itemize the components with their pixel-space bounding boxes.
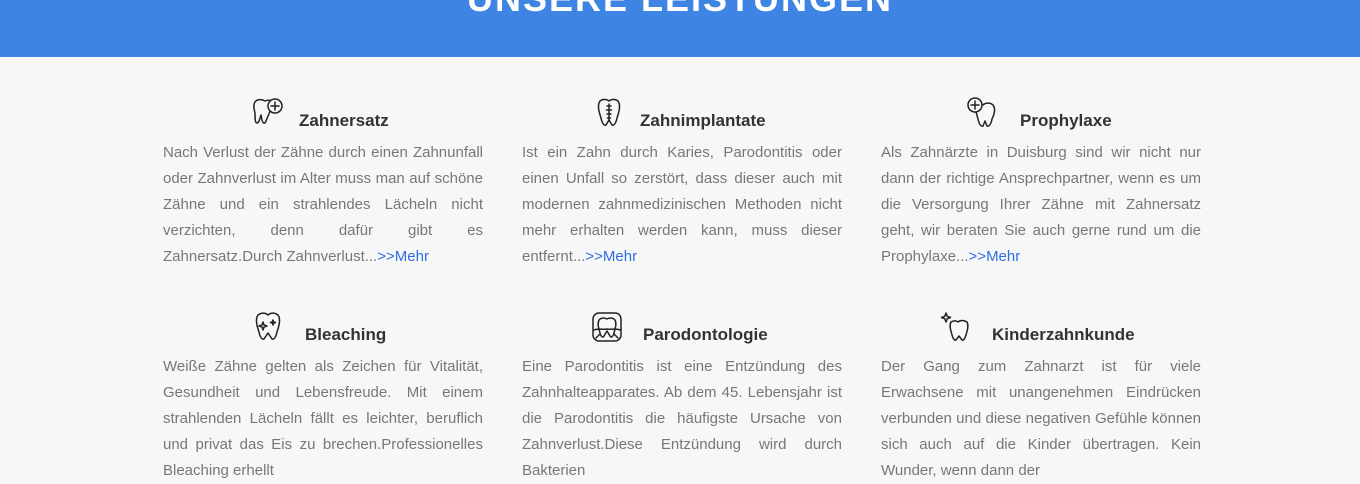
card-description: Eine Parodontitis ist eine Entzündung de… xyxy=(522,354,842,484)
card-description: Nach Verlust der Zähne durch einen Zahnu… xyxy=(163,140,483,270)
card-description-text: Weiße Zähne gelten als Zeichen für Vital… xyxy=(163,358,483,479)
card-title: Kinderzahnkunde xyxy=(992,325,1135,344)
more-link[interactable]: >>Mehr xyxy=(377,248,429,265)
card-description-text: Ist ein Zahn durch Karies, Parodontitis … xyxy=(522,144,842,265)
tooth-plus-icon xyxy=(251,96,285,130)
card-header: Prophylaxe xyxy=(881,96,1201,136)
card-description: Weiße Zähne gelten als Zeichen für Vital… xyxy=(163,354,483,484)
tooth-star-icon xyxy=(939,310,973,344)
gum-tooth-icon xyxy=(590,310,624,344)
card-title: Zahnersatz xyxy=(299,111,389,130)
section-header: UNSERE LEISTUNGEN xyxy=(0,0,1360,57)
card-header: Zahnersatz xyxy=(163,96,483,136)
card-header: Kinderzahnkunde xyxy=(881,310,1201,350)
card-description-text: Der Gang zum Zahnarzt ist für viele Erwa… xyxy=(881,358,1201,479)
card-title: Bleaching xyxy=(305,325,387,344)
more-link[interactable]: >>Mehr xyxy=(585,248,637,265)
card-description: Der Gang zum Zahnarzt ist für viele Erwa… xyxy=(881,354,1201,484)
tooth-magnifier-icon xyxy=(965,96,999,130)
card-description-text: Eine Parodontitis ist eine Entzündung de… xyxy=(522,358,842,479)
tooth-implant-icon xyxy=(592,96,626,130)
card-description-text: Nach Verlust der Zähne durch einen Zahnu… xyxy=(163,144,483,265)
card-header: Bleaching xyxy=(163,310,483,350)
more-link[interactable]: >>Mehr xyxy=(969,248,1021,265)
card-description: Als Zahnärzte in Duisburg sind wir nicht… xyxy=(881,140,1201,270)
card-header: Zahnimplantate xyxy=(522,96,842,136)
card-title: Prophylaxe xyxy=(1020,111,1112,130)
card-title: Parodontologie xyxy=(643,325,768,344)
tooth-sparkle-icon xyxy=(251,310,285,344)
section-title: UNSERE LEISTUNGEN xyxy=(0,0,1360,20)
card-header: Parodontologie xyxy=(522,310,842,350)
card-title: Zahnimplantate xyxy=(640,111,766,130)
card-description: Ist ein Zahn durch Karies, Parodontitis … xyxy=(522,140,842,270)
card-description-text: Als Zahnärzte in Duisburg sind wir nicht… xyxy=(881,144,1201,265)
